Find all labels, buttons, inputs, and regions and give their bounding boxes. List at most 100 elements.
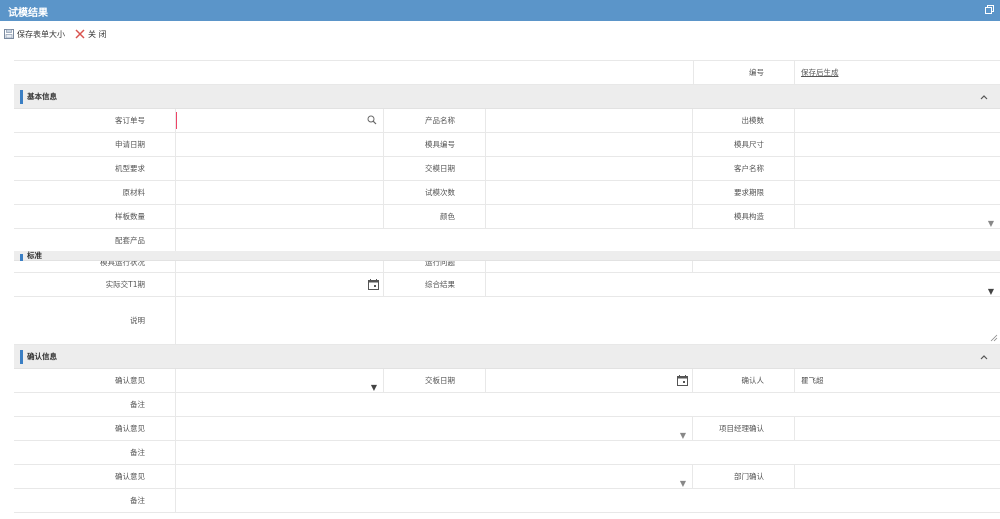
running-issue-input[interactable]: [486, 261, 693, 272]
delivery-date-input[interactable]: [486, 157, 693, 180]
window-title: 试模结果: [8, 8, 48, 19]
confirm-row-3: 确认意见 ▼ 项目经理确认: [14, 417, 1000, 441]
pm-confirm-input[interactable]: [795, 417, 1000, 440]
close-icon: [75, 29, 85, 39]
number-row: 编号 保存后生成: [14, 61, 1000, 85]
mold-size-input[interactable]: [795, 133, 1000, 156]
apply-date-input[interactable]: [176, 133, 384, 156]
save-icon: [4, 29, 14, 39]
sample-qty-input[interactable]: [176, 205, 384, 228]
confirm-row-6: 备注: [14, 489, 1000, 513]
chevron-up-icon[interactable]: [980, 353, 988, 361]
calendar-icon[interactable]: [368, 279, 379, 290]
section-result-collapsed[interactable]: 标准: [14, 251, 1000, 261]
output-count-input[interactable]: [795, 109, 1000, 132]
board-delivery-date-input[interactable]: [486, 369, 693, 392]
output-count-label: 出模数: [693, 109, 795, 132]
delivery-date-label: 交模日期: [384, 157, 486, 180]
description-textarea[interactable]: [176, 297, 1000, 344]
remark-3-input[interactable]: [176, 489, 1000, 512]
remark-1-input[interactable]: [176, 393, 1000, 416]
actual-t1-date-input[interactable]: [176, 273, 384, 296]
restore-window-icon[interactable]: [985, 5, 994, 14]
confirm-opinion-2-select[interactable]: ▼: [176, 417, 693, 440]
window-titlebar: 试模结果: [0, 0, 1000, 21]
running-issue-label: 运行问题: [384, 261, 486, 272]
confirm-opinion-1-label: 确认意见: [14, 369, 176, 392]
raw-material-input[interactable]: [176, 181, 384, 204]
number-value-link[interactable]: 保存后生成: [795, 61, 1000, 84]
matching-product-input[interactable]: [176, 229, 1000, 253]
basic-row-5: 样板数量 颜色 模具构造 ▼: [14, 205, 1000, 229]
dept-confirm-input[interactable]: [795, 465, 1000, 488]
section-accent-bar: [20, 350, 23, 364]
mold-size-label: 模具尺寸: [693, 133, 795, 156]
basic-row-4: 原材料 试模次数 要求期限: [14, 181, 1000, 205]
calendar-icon[interactable]: [677, 375, 688, 386]
required-marker: [176, 112, 177, 129]
confirm-opinion-3-select[interactable]: ▼: [176, 465, 693, 488]
machine-req-label: 机型要求: [14, 157, 176, 180]
chevron-up-icon[interactable]: [980, 93, 988, 101]
trial-count-label: 试模次数: [384, 181, 486, 204]
order-no-label: 客订单号: [14, 109, 176, 132]
save-form-size-button[interactable]: 保存表单大小: [4, 29, 65, 40]
confirm-row-2: 备注: [14, 393, 1000, 417]
basic-row-6: 配套产品: [14, 229, 1000, 253]
basic-row-3: 机型要求 交模日期 客户名称: [14, 157, 1000, 181]
overall-result-label: 综合结果: [384, 273, 486, 296]
close-label: 关 闭: [88, 29, 107, 39]
remark-1-label: 备注: [14, 393, 176, 416]
resize-handle-icon[interactable]: [990, 334, 998, 342]
board-delivery-date-label: 交板日期: [384, 369, 486, 392]
mold-running-input[interactable]: [176, 261, 384, 272]
mold-structure-select[interactable]: ▼: [795, 205, 1000, 228]
confirm-row-4: 备注: [14, 441, 1000, 465]
customer-name-input[interactable]: [795, 157, 1000, 180]
mold-running-label: 模具运行状况: [14, 261, 176, 272]
product-name-input[interactable]: [486, 109, 693, 132]
confirm-row-5: 确认意见 ▼ 部门确认: [14, 465, 1000, 489]
section-accent-bar: [20, 90, 23, 104]
order-no-input[interactable]: [176, 109, 384, 132]
actual-t1-date-label: 实际交T1期: [14, 273, 176, 296]
confirm-row-1: 确认意见 ▼ 交板日期 确认人 瞿飞超: [14, 369, 1000, 393]
trial-result-form: 编号 保存后生成 基本信息 客订单号 产品名称 出模数 申请日期 模具编号 模具…: [14, 60, 1000, 513]
confirmer-label: 确认人: [693, 369, 795, 392]
basic-row-1: 客订单号 产品名称 出模数: [14, 109, 1000, 133]
close-button[interactable]: 关 闭: [75, 29, 107, 40]
raw-material-label: 原材料: [14, 181, 176, 204]
remark-3-label: 备注: [14, 489, 176, 512]
sample-qty-label: 样板数量: [14, 205, 176, 228]
result-row-2: 说明: [14, 297, 1000, 345]
section-accent-bar: [20, 254, 23, 261]
trial-count-input[interactable]: [486, 181, 693, 204]
remark-2-label: 备注: [14, 441, 176, 464]
pm-confirm-label: 项目经理确认: [693, 417, 795, 440]
apply-date-label: 申请日期: [14, 133, 176, 156]
customer-name-label: 客户名称: [693, 157, 795, 180]
machine-req-input[interactable]: [176, 157, 384, 180]
remark-2-input[interactable]: [176, 441, 1000, 464]
section-basic-info[interactable]: 基本信息: [14, 85, 1000, 109]
mold-no-label: 模具编号: [384, 133, 486, 156]
basic-row-2: 申请日期 模具编号 模具尺寸: [14, 133, 1000, 157]
section-result-title: 标准: [27, 251, 42, 259]
mold-structure-label: 模具构造: [693, 205, 795, 228]
overall-result-select[interactable]: ▼: [486, 273, 1000, 296]
product-name-label: 产品名称: [384, 109, 486, 132]
confirm-opinion-3-label: 确认意见: [14, 465, 176, 488]
color-input[interactable]: [486, 205, 693, 228]
section-confirm-info[interactable]: 确认信息: [14, 345, 1000, 369]
section-basic-title: 基本信息: [27, 92, 57, 101]
req-date-label: 要求期限: [693, 181, 795, 204]
confirm-opinion-1-select[interactable]: ▼: [176, 369, 384, 392]
description-label: 说明: [14, 297, 176, 344]
section-confirm-title: 确认信息: [27, 352, 57, 361]
search-icon[interactable]: [367, 115, 377, 125]
color-label: 颜色: [384, 205, 486, 228]
req-date-input[interactable]: [795, 181, 1000, 204]
mold-no-input[interactable]: [486, 133, 693, 156]
result-row-partial: 模具运行状况 运行问题: [14, 261, 1000, 273]
toolbar: 保存表单大小 关 闭: [4, 28, 107, 40]
